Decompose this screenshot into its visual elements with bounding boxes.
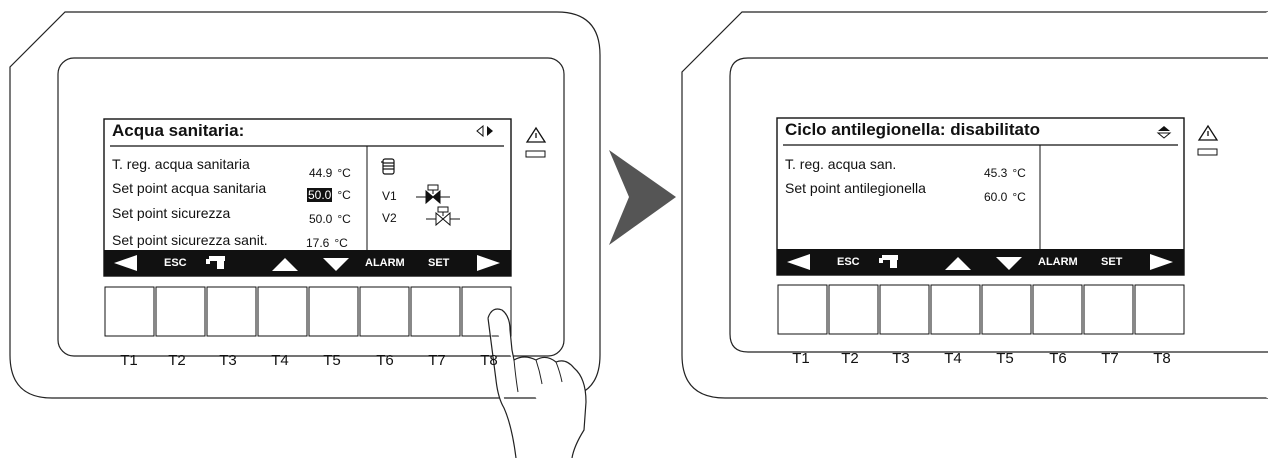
key-label-t7: T7: [1101, 350, 1119, 367]
key-t3[interactable]: [880, 285, 929, 334]
esc-key-label[interactable]: ESC: [164, 257, 187, 269]
key-t7[interactable]: [1084, 285, 1133, 334]
row-label: Set point sicurezza: [112, 205, 231, 221]
key-t5[interactable]: [309, 287, 358, 336]
warning-icon: [1197, 124, 1219, 141]
set-key-label[interactable]: SET: [1101, 256, 1122, 268]
key-label-t8: T8: [480, 352, 498, 369]
key-label-t5: T5: [996, 350, 1014, 367]
key-t2[interactable]: [156, 287, 205, 336]
key-t5[interactable]: [982, 285, 1031, 334]
key-t6[interactable]: [360, 287, 409, 336]
key-label-t8: T8: [1153, 350, 1171, 367]
key-t7[interactable]: [411, 287, 460, 336]
row-label: Set point acqua sanitaria: [112, 180, 267, 196]
devices-line-art: [9, 11, 1268, 458]
key-t2[interactable]: [829, 285, 878, 334]
key-label-t6: T6: [1049, 350, 1067, 367]
valve-label: V2: [382, 211, 397, 225]
row-label: T. reg. acqua sanitaria: [112, 156, 250, 172]
transition-arrow-icon: [609, 150, 676, 245]
key-t4[interactable]: [931, 285, 980, 334]
key-label-t1: T1: [792, 350, 810, 367]
key-label-t4: T4: [271, 352, 289, 369]
left-right-arrows-icon: [476, 124, 493, 138]
key-t1[interactable]: [778, 285, 827, 334]
key-label-t3: T3: [219, 352, 237, 369]
row-value: 44.9 °C: [309, 166, 351, 180]
row-label: T. reg. acqua san.: [785, 156, 897, 172]
led-indicator: [1197, 148, 1218, 156]
boiler-icon: [381, 158, 395, 175]
set-key-label[interactable]: SET: [428, 257, 449, 269]
esc-key-label[interactable]: ESC: [837, 256, 860, 268]
warning-icon: [525, 126, 547, 143]
valve-icon: [416, 184, 450, 205]
row-value: 50.0 °C: [309, 212, 351, 226]
key-label-t5: T5: [323, 352, 341, 369]
led-indicator: [525, 150, 546, 158]
key-label-t3: T3: [892, 350, 910, 367]
key-label-t4: T4: [944, 350, 962, 367]
page-title: Acqua sanitaria:: [112, 121, 245, 140]
key-label-t6: T6: [376, 352, 394, 369]
key-t4[interactable]: [258, 287, 307, 336]
key-t1[interactable]: [105, 287, 154, 336]
row-value-selected[interactable]: 50.0 °C: [307, 188, 351, 202]
up-down-arrows-icon: [1156, 126, 1172, 139]
row-value: 45.3 °C: [984, 166, 1026, 180]
valve-label: V1: [382, 189, 397, 203]
alarm-key-label[interactable]: ALARM: [365, 257, 405, 269]
key-t3[interactable]: [207, 287, 256, 336]
alarm-key-label[interactable]: ALARM: [1038, 256, 1078, 268]
key-t6[interactable]: [1033, 285, 1082, 334]
key-label-t2: T2: [841, 350, 859, 367]
row-label: Set point antilegionella: [785, 180, 926, 196]
key-label-t7: T7: [428, 352, 446, 369]
right-device-case: [681, 11, 1268, 399]
key-t8[interactable]: [1135, 285, 1184, 334]
key-label-t1: T1: [120, 352, 138, 369]
key-t8[interactable]: [462, 287, 511, 336]
page-title: Ciclo antilegionella: disabilitato: [785, 120, 1041, 139]
valve-icon: [426, 206, 460, 227]
key-label-t2: T2: [168, 352, 186, 369]
row-value: 17.6 °C: [306, 236, 348, 250]
row-label: Set point sicurezza sanit.: [112, 232, 268, 248]
row-value: 60.0 °C: [984, 190, 1026, 204]
